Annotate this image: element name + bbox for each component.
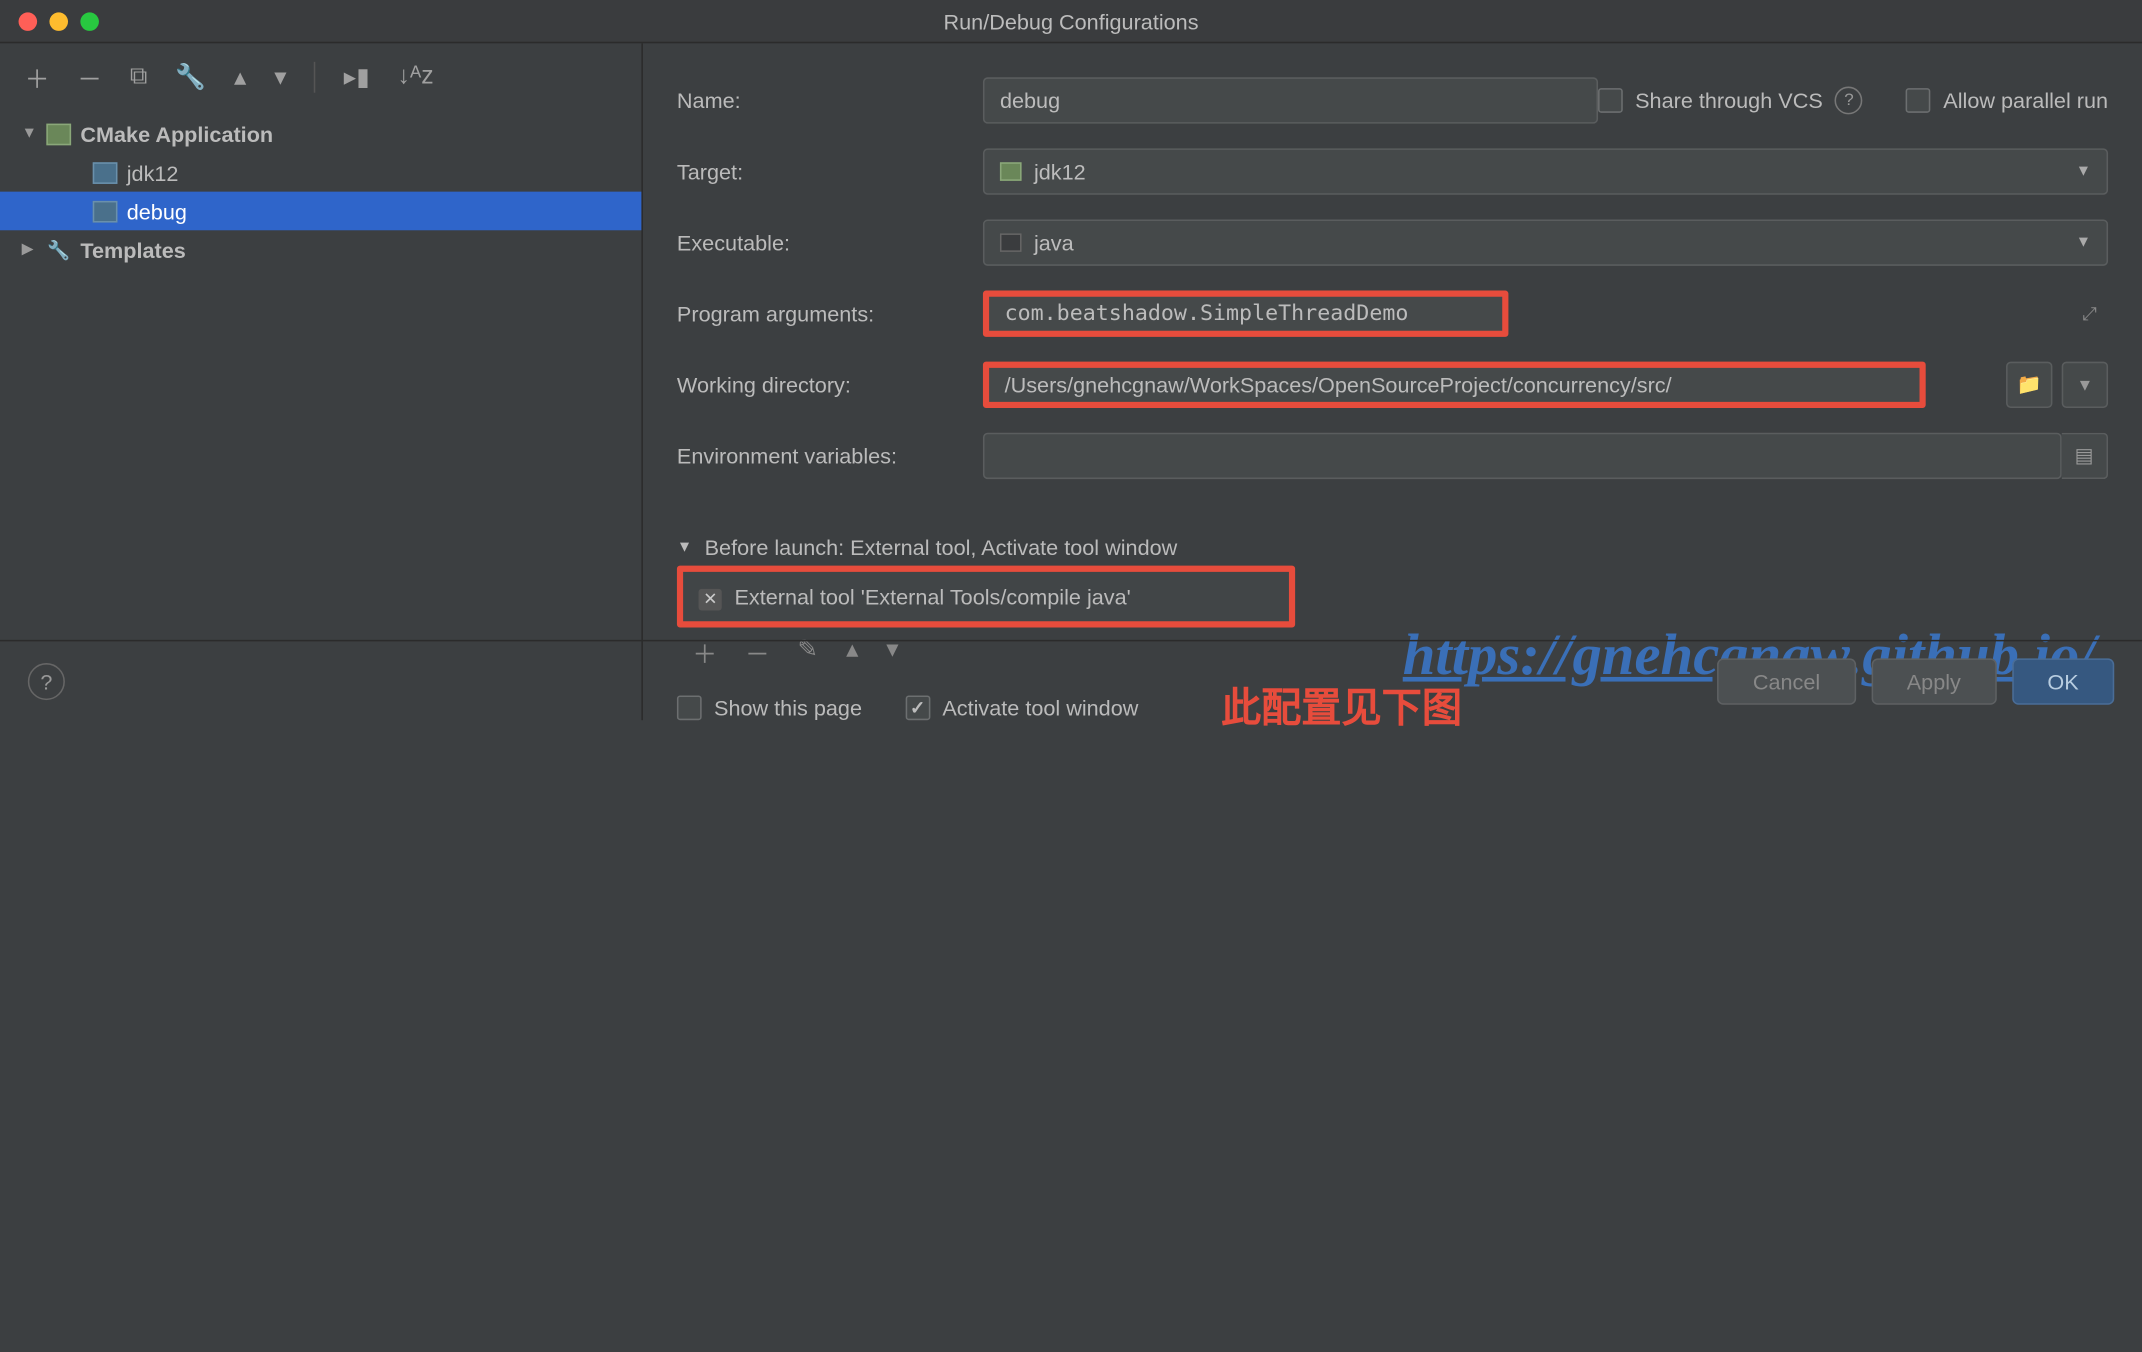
task-label: External tool 'External Tools/compile ja… [734, 584, 1130, 609]
edit-defaults-button[interactable]: 🔧 [175, 62, 206, 93]
allow-parallel-checkbox[interactable]: Allow parallel run [1906, 88, 2108, 113]
share-vcs-checkbox[interactable]: Share through VCS ? [1598, 87, 1863, 115]
window-controls [0, 12, 99, 31]
working-directory-input[interactable]: /Users/gnehcgnaw/WorkSpaces/OpenSourcePr… [983, 362, 1926, 408]
checkbox-icon [1598, 88, 1623, 113]
executable-value: java [1034, 230, 1074, 255]
executable-combo[interactable]: java ▼ [983, 219, 2108, 265]
checkbox-icon [1906, 88, 1931, 113]
executable-label: Executable: [677, 230, 983, 255]
workdir-dropdown-button[interactable]: ▾ [2062, 362, 2108, 408]
target-combo[interactable]: jdk12 ▼ [983, 148, 2108, 194]
workdir-label: Working directory: [677, 372, 983, 397]
tree-node-jdk12[interactable]: jdk12 [0, 153, 641, 192]
tree-label: Templates [80, 237, 185, 262]
tree-node-templates[interactable]: ▶ Templates [0, 230, 641, 269]
titlebar: Run/Debug Configurations [0, 0, 2142, 43]
wrench-icon [46, 237, 71, 262]
help-button[interactable]: ? [28, 662, 65, 699]
name-label: Name: [677, 88, 983, 113]
checkbox-label: Share through VCS [1635, 88, 1823, 113]
cancel-button[interactable]: Cancel [1717, 658, 1855, 704]
ok-button[interactable]: OK [2012, 658, 2114, 704]
copy-config-button[interactable]: ⧉ [130, 63, 148, 91]
move-up-button[interactable]: ▴ [234, 62, 246, 93]
add-config-button[interactable]: ＋ [25, 59, 50, 96]
expand-toggle[interactable]: ▼ [22, 125, 37, 142]
section-title: Before launch: External tool, Activate t… [705, 535, 1178, 560]
expand-field-button[interactable]: ⤢ [2071, 302, 2108, 325]
cmake-icon [46, 121, 71, 146]
tree-label: CMake Application [80, 121, 273, 146]
zoom-window-button[interactable] [80, 12, 99, 31]
window-title: Run/Debug Configurations [944, 9, 1199, 34]
checkbox-label: Allow parallel run [1943, 88, 2108, 113]
sort-button[interactable]: ↓ᴬᴢ [398, 63, 434, 91]
external-tool-icon [699, 584, 723, 609]
before-launch-header[interactable]: ▼ Before launch: External tool, Activate… [677, 535, 2108, 560]
help-icon[interactable]: ? [1835, 87, 1863, 115]
executable-icon [1000, 233, 1022, 252]
sidebar: ＋ － ⧉ 🔧 ▴ ▾ ▸▮ ↓ᴬᴢ ▼ CMake Application j… [0, 43, 643, 720]
browse-folder-button[interactable]: 📁 [2006, 362, 2052, 408]
envvars-list-button[interactable]: ▤ [2062, 433, 2108, 479]
apply-button[interactable]: Apply [1871, 658, 1996, 704]
move-down-button[interactable]: ▾ [274, 62, 286, 93]
config-form: Name: Share through VCS ? Allow parallel… [643, 43, 2142, 720]
program-arguments-input[interactable]: com.beatshadow.SimpleThreadDemo [983, 291, 1508, 337]
collapse-toggle[interactable]: ▼ [677, 539, 692, 556]
tree-node-cmake-application[interactable]: ▼ CMake Application [0, 114, 641, 153]
folder-button[interactable]: ▸▮ [344, 62, 370, 93]
target-label: Target: [677, 159, 983, 184]
target-value: jdk12 [1034, 159, 1086, 184]
configs-toolbar: ＋ － ⧉ 🔧 ▴ ▾ ▸▮ ↓ᴬᴢ [0, 43, 641, 111]
chevron-down-icon: ▼ [2076, 234, 2091, 251]
application-icon [93, 199, 118, 224]
tree-label: jdk12 [127, 160, 179, 185]
tree-node-debug[interactable]: debug [0, 192, 641, 231]
close-window-button[interactable] [19, 12, 38, 31]
progargs-label: Program arguments: [677, 301, 983, 326]
envvars-label: Environment variables: [677, 444, 983, 469]
dialog-footer: ? Cancel Apply OK [0, 640, 2142, 720]
before-launch-task-list: External tool 'External Tools/compile ja… [677, 566, 1295, 628]
application-icon [93, 160, 118, 185]
config-tree: ▼ CMake Application jdk12 debug ▶ Templa… [0, 111, 641, 720]
separator [314, 62, 316, 93]
minimize-window-button[interactable] [49, 12, 68, 31]
chevron-down-icon: ▼ [2076, 163, 2091, 180]
remove-config-button[interactable]: － [77, 59, 102, 96]
target-icon [1000, 162, 1022, 181]
before-launch-task[interactable]: External tool 'External Tools/compile ja… [683, 572, 1289, 621]
tree-label: debug [127, 199, 187, 224]
expand-toggle[interactable]: ▶ [22, 241, 37, 258]
name-input[interactable] [983, 77, 1598, 123]
environment-variables-input[interactable] [983, 433, 2062, 479]
